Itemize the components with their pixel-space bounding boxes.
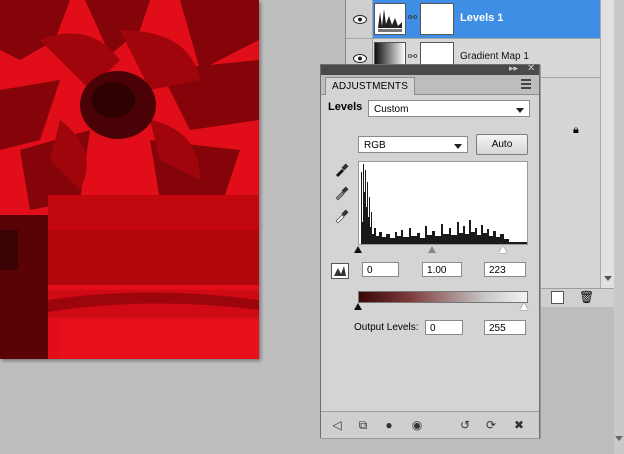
close-icon[interactable]: ✕: [527, 63, 535, 74]
output-gradient-bar: [358, 291, 528, 303]
output-levels-label: Output Levels:: [354, 322, 419, 333]
collapse-icon[interactable]: ▸▸: [509, 63, 518, 74]
panel-menu-icon[interactable]: [521, 79, 531, 91]
input-black-field[interactable]: 0: [362, 262, 399, 277]
canvas-document[interactable]: [0, 0, 259, 359]
black-eyedropper-icon[interactable]: [333, 162, 349, 178]
link-icon[interactable]: ⚯: [408, 50, 417, 63]
input-gamma-field[interactable]: 1.00: [422, 262, 462, 277]
channel-dropdown[interactable]: RGB: [358, 136, 468, 153]
output-black-field[interactable]: 0: [425, 320, 463, 335]
preset-dropdown[interactable]: Custom: [368, 100, 530, 117]
levels-adjustment-thumbnail[interactable]: [374, 3, 406, 35]
chevron-down-icon: [516, 108, 524, 113]
window-edge: [614, 0, 624, 454]
chevron-down-icon: [454, 144, 462, 149]
panel-titlebar[interactable]: ▸▸ ✕: [321, 63, 539, 75]
tab-adjustments[interactable]: ADJUSTMENTS: [325, 77, 416, 95]
back-arrow-icon[interactable]: ◁: [329, 417, 345, 433]
auto-button[interactable]: Auto: [476, 134, 528, 155]
previous-state-icon[interactable]: ↺: [457, 417, 473, 433]
visibility-icon[interactable]: ◉: [409, 417, 425, 433]
histogram-graph: [359, 164, 527, 244]
clip-to-layer-icon[interactable]: ●: [381, 417, 397, 433]
reset-icon[interactable]: ⟳: [483, 417, 499, 433]
gray-eyedropper-icon[interactable]: [333, 185, 349, 201]
eye-icon[interactable]: [350, 10, 370, 28]
input-white-slider[interactable]: [499, 246, 507, 253]
input-black-slider[interactable]: [354, 246, 362, 253]
layer-name[interactable]: Gradient Map 1: [460, 51, 529, 62]
white-eyedropper-icon[interactable]: [333, 208, 349, 224]
preset-value: Custom: [374, 104, 409, 115]
clipping-warning-icon[interactable]: [331, 263, 349, 279]
trash-icon[interactable]: 🗑︎: [579, 290, 594, 304]
output-black-slider[interactable]: [354, 303, 362, 310]
new-layer-icon[interactable]: [551, 291, 564, 304]
layer-name[interactable]: Levels 1: [460, 12, 503, 24]
layers-scrollbar[interactable]: [600, 0, 615, 288]
scroll-down-arrow[interactable]: [615, 436, 623, 441]
adjustments-panel: ▸▸ ✕ ADJUSTMENTS Levels Custom RGB Auto: [320, 63, 540, 438]
output-white-slider[interactable]: [520, 303, 528, 310]
channel-value: RGB: [364, 140, 386, 151]
link-icon[interactable]: ⚯: [408, 11, 417, 24]
output-white-field[interactable]: 255: [484, 320, 526, 335]
layers-footer: 🗑︎: [541, 288, 614, 307]
expand-view-icon[interactable]: ⧉: [355, 417, 371, 433]
trash-icon[interactable]: ✖: [511, 417, 527, 433]
scroll-down-arrow[interactable]: [604, 276, 612, 281]
canvas-artwork: [0, 0, 259, 359]
lock-icon[interactable]: 🔒︎: [573, 124, 579, 137]
adjustments-footer: ◁ ⧉ ● ◉ ↺ ⟳ ✖: [321, 411, 539, 438]
levels-histogram: [358, 161, 528, 245]
layer-mask-thumbnail[interactable]: [420, 3, 454, 35]
input-white-field[interactable]: 223: [484, 262, 526, 277]
panel-tab-row: ADJUSTMENTS: [321, 75, 539, 95]
layer-row-levels[interactable]: ⚯ Levels 1: [346, 0, 615, 39]
input-gamma-slider[interactable]: [428, 246, 436, 253]
preset-label: Levels: [328, 101, 363, 113]
